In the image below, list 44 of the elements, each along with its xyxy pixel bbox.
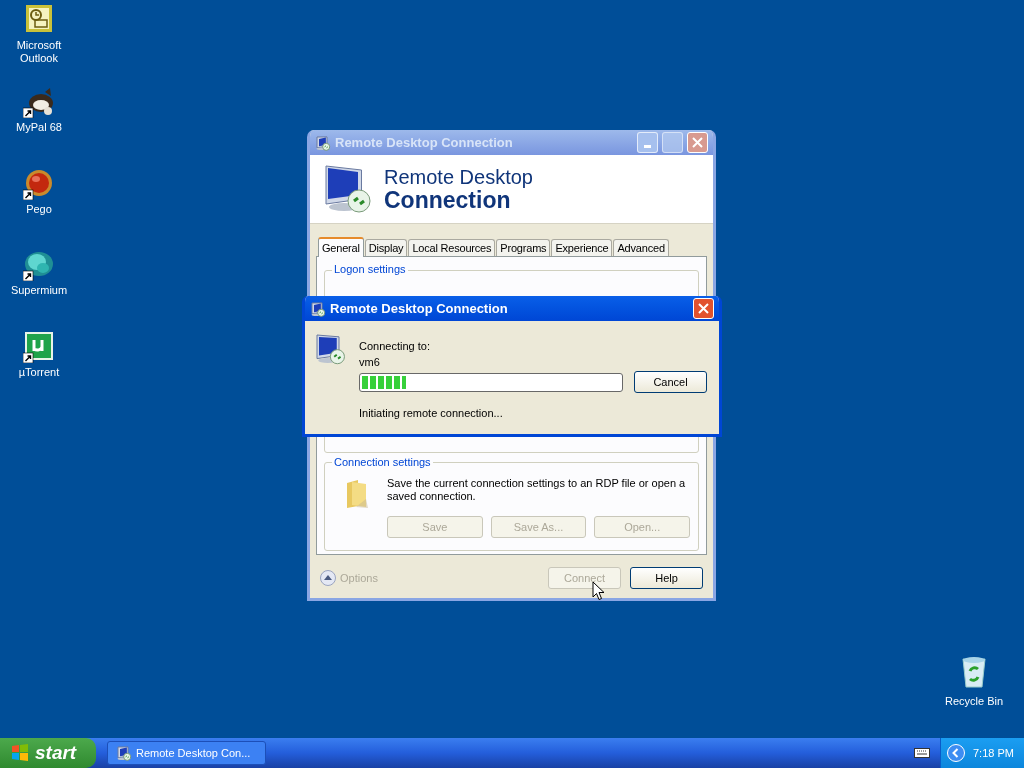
close-button[interactable] [687,132,708,153]
chevron-left-icon [947,744,965,762]
mouse-cursor-icon [592,581,605,601]
keyboard-icon [914,748,930,758]
icon-label[interactable]: Supermium [4,284,74,297]
header-title: Connection [384,188,511,212]
windows-logo-icon [10,743,30,763]
tab[interactable]: General [318,237,364,257]
remote-desktop-icon [310,300,326,317]
connecting-label: Connecting to: [359,339,431,353]
icon-label[interactable]: µTorrent [4,366,74,379]
tab[interactable]: Experience [551,239,613,256]
remote-desktop-icon [116,745,132,761]
taskbar-button[interactable]: Remote Desktop Con... [107,741,266,765]
start-button[interactable]: start [0,738,96,768]
group-title: Logon settings [332,263,408,276]
icon-label[interactable]: Pego [4,203,74,216]
dialog-button[interactable]: Help [630,567,703,589]
close-icon [692,137,703,148]
close-icon [698,303,709,314]
icon-label[interactable]: MyPal 68 [4,121,74,134]
icon-label[interactable]: Recycle Bin [944,693,1004,710]
folder-icon [344,479,370,509]
icon-label[interactable]: Microsoft Outlook [4,39,74,65]
status-text: Initiating remote connection... [359,406,504,420]
cancel-button[interactable]: Cancel [634,371,707,393]
clock: 7:18 PM [973,745,1014,761]
remote-desktop-icon [324,164,374,214]
minimize-button[interactable] [637,132,658,153]
tab[interactable]: Local Resources [408,239,496,256]
group-title: Connection settings [332,456,433,469]
remote-desktop-icon [315,134,331,151]
maximize-button[interactable] [662,132,683,153]
remote-desktop-icon [315,333,347,365]
tab[interactable]: Display [364,239,408,256]
expand-icon [320,570,336,586]
close-button[interactable] [693,298,714,319]
header-title: Remote Desktop [384,166,533,188]
window-title: Remote Desktop Connection [335,133,514,152]
host-name: vm6 [359,355,381,369]
window-title: Remote Desktop Connection [330,299,509,318]
tab[interactable]: Programs [496,239,551,256]
description-text: Save the current connection settings to an RDP file or open a saved connection. [387,477,687,503]
tab[interactable]: Advanced [613,239,669,256]
